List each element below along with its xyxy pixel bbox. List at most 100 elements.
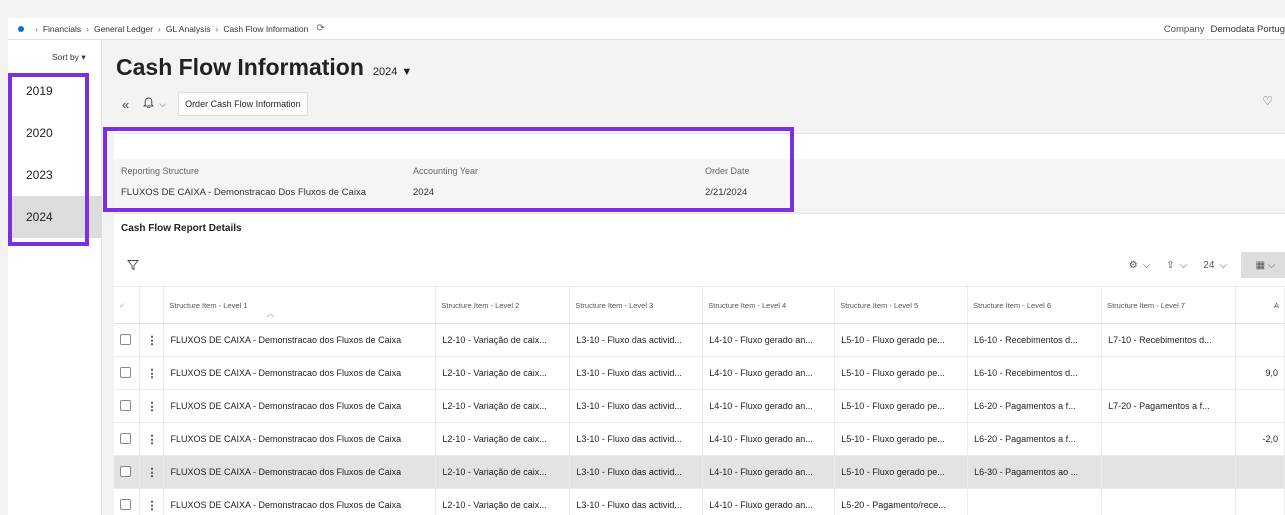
more-options-icon[interactable]: ⋮ <box>146 434 157 446</box>
table-cell: L2-10 - Variação de caix... <box>435 323 571 357</box>
table-cell: L3-10 - Fluxo das activid... <box>569 323 704 357</box>
chevron-down-icon[interactable]: ⌵ <box>1180 260 1188 271</box>
table-row[interactable]: ⋮ FLUXOS DE CAIXA - Demonstracao dos Flux… <box>114 422 1285 456</box>
row-checkbox-cell <box>114 455 141 489</box>
row-actions-column <box>139 286 165 324</box>
reporting-structure-value: FLUXOS DE CAIXA - Demonstracao Dos Fluxo… <box>121 187 366 198</box>
column-header-level-4[interactable]: Structure Item - Level 4 <box>702 286 836 324</box>
year-item-2023[interactable]: 2023 <box>10 154 102 196</box>
more-options-icon[interactable]: ⋮ <box>146 368 157 380</box>
amount-cell <box>1235 455 1285 489</box>
heart-icon[interactable]: ♡ <box>1262 94 1273 108</box>
year-item-2019[interactable]: 2019 <box>10 70 102 112</box>
more-options-icon[interactable]: ⋮ <box>146 467 157 479</box>
amount-cell <box>1235 389 1285 423</box>
header-fields: Reporting Structure FLUXOS DE CAIXA - De… <box>114 159 1285 208</box>
chevron-right-icon: › <box>35 23 38 34</box>
table-cell: L6-20 - Pagamentos a f... <box>967 389 1103 423</box>
breadcrumb: › Financials › General Ledger › GL Analy… <box>8 23 325 34</box>
table-cell: L3-10 - Fluxo das activid... <box>569 455 704 489</box>
sort-by-dropdown[interactable]: Sort by ▾ <box>52 52 86 63</box>
toolbar: « ⌵ Order Cash Flow Information <box>122 91 308 117</box>
table-row[interactable]: ⋮ FLUXOS DE CAIXA - Demonstracao dos Flux… <box>114 455 1285 489</box>
column-header-level-6[interactable]: Structure Item - Level 6 <box>967 286 1103 324</box>
order-cash-flow-button[interactable]: Order Cash Flow Information <box>178 92 308 116</box>
row-actions-cell: ⋮ <box>139 455 165 489</box>
table-cell: L7-20 - Pagamentos a f... <box>1101 389 1236 423</box>
column-header-level-3[interactable]: Structure Item - Level 3 <box>569 286 704 324</box>
title-year-selector[interactable]: 2024 <box>373 66 397 78</box>
reporting-structure-label: Reporting Structure <box>121 166 200 176</box>
chevron-down-icon[interactable]: ⌵ <box>1219 260 1227 271</box>
row-checkbox[interactable] <box>120 333 131 345</box>
breadcrumb-gl-analysis[interactable]: GL Analysis <box>166 24 211 34</box>
column-chooser-button[interactable]: ▦ ⌵ <box>1241 252 1285 278</box>
more-options-icon[interactable]: ⋮ <box>146 500 157 512</box>
column-header-amount[interactable]: A <box>1235 286 1285 324</box>
more-options-icon[interactable]: ⋮ <box>146 401 157 413</box>
row-checkbox[interactable] <box>120 366 131 378</box>
details-title: Cash Flow Report Details <box>121 223 242 234</box>
table-cell <box>1101 422 1236 456</box>
table-row[interactable]: ⋮ FLUXOS DE CAIXA - Demonstracao dos Flux… <box>114 356 1285 390</box>
table-cell: L5-10 - Fluxo gerado pe... <box>834 455 969 489</box>
table-cell <box>1101 356 1236 390</box>
filter-icon[interactable] <box>127 259 139 274</box>
table-cell: L2-10 - Variação de caix... <box>435 422 571 456</box>
collapse-icon[interactable]: « <box>122 97 129 112</box>
breadcrumb-financials[interactable]: Financials <box>43 24 81 34</box>
amount-cell: 9,0 <box>1235 356 1285 390</box>
chevron-down-icon[interactable]: ⌵ <box>1143 260 1151 271</box>
company-value: Demodata Portug <box>1210 23 1285 35</box>
refresh-icon[interactable]: ⟳ <box>316 23 324 34</box>
table-cell: L2-10 - Variação de caix... <box>435 488 571 515</box>
page-size-selector[interactable]: 24 <box>1203 260 1214 271</box>
breadcrumb-general-ledger[interactable]: General Ledger <box>94 24 153 34</box>
row-checkbox[interactable] <box>120 465 131 477</box>
caret-down-icon[interactable]: ▼ <box>401 66 412 78</box>
row-checkbox[interactable] <box>120 498 131 510</box>
table-cell <box>1101 488 1236 515</box>
column-header-level-7[interactable]: Structure Item - Level 7 <box>1101 286 1236 324</box>
table-cell: L3-10 - Fluxo das activid... <box>569 422 704 456</box>
year-item-2020[interactable]: 2020 <box>10 112 102 154</box>
table-cell: FLUXOS DE CAIXA - Demonstracao dos Fluxo… <box>163 356 437 390</box>
table-cell <box>1101 455 1236 489</box>
table-cell: L2-10 - Variação de caix... <box>435 455 571 489</box>
table-cell: L6-30 - Pagamentos ao ... <box>967 455 1103 489</box>
column-header-level-1[interactable]: Structure Item - Level 1 ︿ <box>163 286 437 324</box>
row-checkbox[interactable] <box>120 432 131 444</box>
table-cell: L4-10 - Fluxo gerado an... <box>702 455 836 489</box>
home-icon[interactable] <box>18 25 24 32</box>
column-header-level-2[interactable]: Structure Item - Level 2 <box>435 286 571 324</box>
table-cell: L3-10 - Fluxo das activid... <box>569 356 704 390</box>
table-cell: L5-10 - Fluxo gerado pe... <box>834 422 969 456</box>
row-checkbox-cell <box>114 422 141 456</box>
table-row[interactable]: ⋮ FLUXOS DE CAIXA - Demonstracao dos Flux… <box>114 488 1285 515</box>
bell-icon[interactable] <box>143 97 155 112</box>
column-header-level-5[interactable]: Structure Item - Level 5 <box>834 286 969 324</box>
amount-cell <box>1235 488 1285 515</box>
more-options-icon[interactable]: ⋮ <box>146 335 157 347</box>
table-cell: L4-10 - Fluxo gerado an... <box>702 389 836 423</box>
chevron-down-icon[interactable]: ⌵ <box>159 99 166 110</box>
column-header-label: Structure Item - Level 3 <box>575 300 654 310</box>
sort-ascending-icon: ︿ <box>266 309 275 318</box>
year-sidebar: Sort by ▾ 2019 2020 2023 2024 <box>8 40 102 515</box>
row-checkbox[interactable] <box>120 399 131 411</box>
column-chooser-icon: ▦ ⌵ <box>1255 259 1276 271</box>
table-row[interactable]: ⋮ FLUXOS DE CAIXA - Demonstracao dos Flux… <box>114 389 1285 423</box>
column-header-label: Structure Item - Level 5 <box>840 300 919 310</box>
select-all-column[interactable]: ✓ <box>114 286 141 324</box>
table-cell: L2-10 - Variação de caix... <box>435 389 571 423</box>
table-row[interactable]: ⋮ FLUXOS DE CAIXA - Demonstracao dos Flux… <box>114 323 1285 357</box>
column-header-label: Structure Item - Level 2 <box>441 300 520 310</box>
breadcrumb-cash-flow-information[interactable]: Cash Flow Information <box>223 24 308 34</box>
order-date-label: Order Date <box>705 166 750 176</box>
header-card: Reporting Structure FLUXOS DE CAIXA - De… <box>114 133 1285 208</box>
company-context[interactable]: Company Demodata Portug <box>1164 18 1285 40</box>
settings-icon[interactable]: ⚙ <box>1129 260 1138 271</box>
chevron-right-icon: › <box>86 23 89 34</box>
export-icon[interactable]: ⇪ <box>1166 260 1174 271</box>
year-item-2024[interactable]: 2024 <box>10 196 102 238</box>
